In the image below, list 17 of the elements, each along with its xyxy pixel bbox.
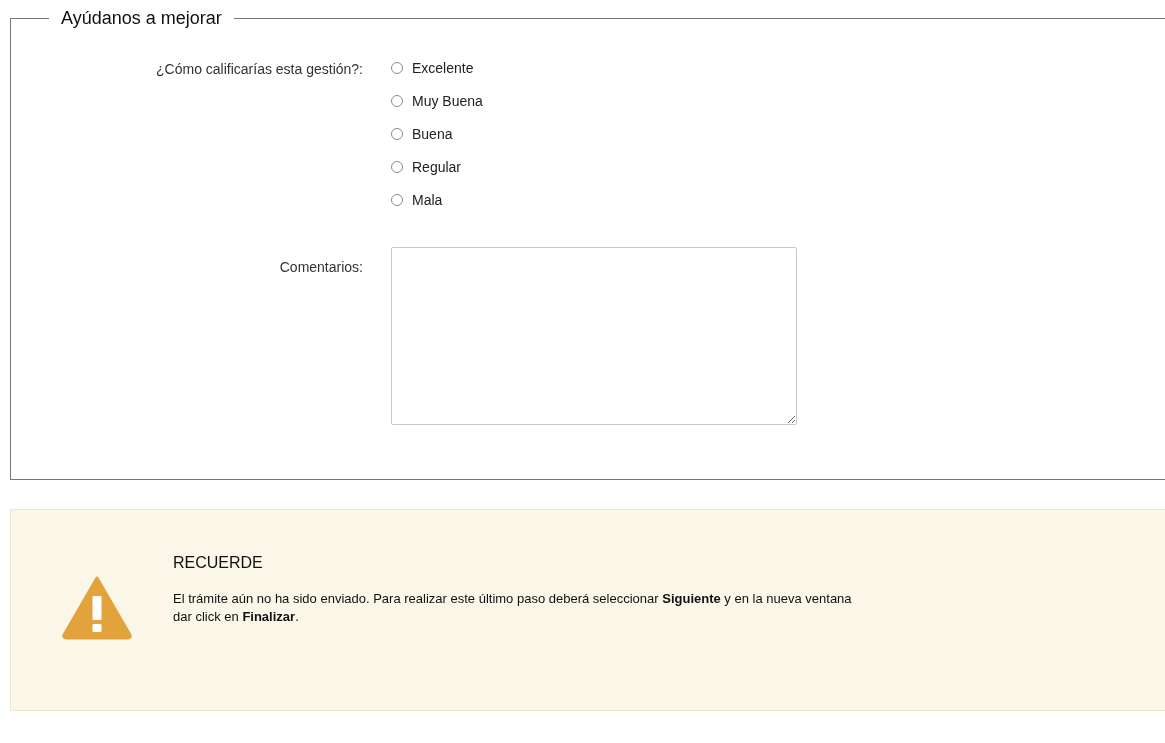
option-label[interactable]: Buena <box>412 125 453 142</box>
rating-label: ¿Cómo calificarías esta gestión?: <box>156 61 363 77</box>
radio-button[interactable] <box>391 94 403 107</box>
notice-text: El trámite aún no ha sido enviado. Para realizar este último paso deberá seleccionar Siguiente y en la nueva ventana dar click en Finalizar. <box>173 590 853 626</box>
notice-title: RECUERDE <box>173 554 264 572</box>
radio-button[interactable] <box>391 193 403 206</box>
option-label[interactable]: Excelente <box>412 59 474 76</box>
option-label[interactable]: Muy Buena <box>412 92 483 109</box>
radio-button[interactable] <box>391 160 403 173</box>
radio-button[interactable] <box>391 61 403 74</box>
comments-field[interactable] <box>391 247 797 425</box>
warning-icon <box>61 574 133 640</box>
comments-label: Comentarios: <box>279 259 363 275</box>
legend-title: Ayúdanos a mejorar <box>60 8 223 29</box>
option-label[interactable]: Mala <box>412 191 443 208</box>
radio-button[interactable] <box>391 127 403 140</box>
option-label[interactable]: Regular <box>412 158 462 175</box>
